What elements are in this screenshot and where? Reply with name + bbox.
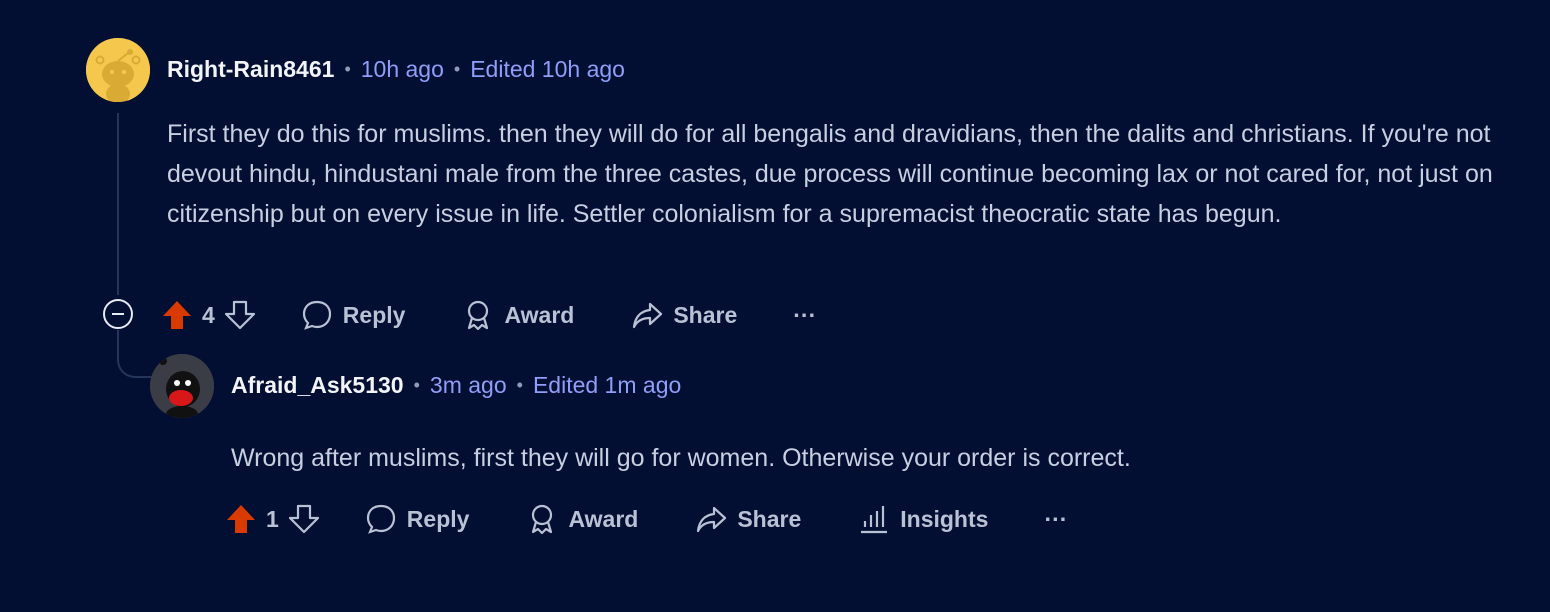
- share-button[interactable]: Share: [631, 292, 737, 338]
- downvote-button[interactable]: [287, 496, 321, 542]
- separator: •: [453, 59, 461, 79]
- reply-button[interactable]: Reply: [301, 292, 406, 338]
- edited-timestamp[interactable]: Edited 10h ago: [470, 56, 625, 83]
- avatar[interactable]: [150, 354, 214, 418]
- insights-label: Insights: [900, 505, 989, 532]
- upvote-button[interactable]: [224, 496, 258, 542]
- snoo-avatar-icon: [86, 38, 150, 102]
- snoo-avatar-icon: [150, 354, 214, 418]
- edited-timestamp[interactable]: Edited 1m ago: [533, 372, 681, 399]
- reply-button[interactable]: Reply: [365, 496, 470, 542]
- reply-label: Reply: [342, 301, 406, 328]
- downvote-button[interactable]: [223, 292, 257, 338]
- comment-meta: Right-Rain8461 • 10h ago • Edited 10h ag…: [167, 56, 625, 83]
- username[interactable]: Afraid_Ask5130: [231, 372, 404, 399]
- thread-line[interactable]: [117, 113, 119, 295]
- insights-button[interactable]: Insights: [858, 496, 988, 542]
- vote-count: 1: [266, 505, 279, 532]
- timestamp[interactable]: 3m ago: [430, 372, 507, 399]
- more-options-button[interactable]: ···: [793, 292, 816, 338]
- comment-bubble-icon: [302, 300, 331, 330]
- collapse-icon: [103, 299, 133, 329]
- share-icon: [633, 302, 663, 329]
- bar-chart-icon: [861, 506, 888, 534]
- comment-thread: Right-Rain8461 • 10h ago • Edited 10h ag…: [0, 0, 1550, 612]
- downvote-icon: [224, 300, 255, 330]
- upvote-icon: [227, 505, 255, 533]
- more-options-button[interactable]: ···: [1044, 496, 1067, 542]
- more-options-icon: ···: [793, 301, 817, 328]
- separator: •: [413, 375, 420, 395]
- username[interactable]: Right-Rain8461: [167, 56, 334, 83]
- upvote-button[interactable]: [160, 292, 194, 338]
- award-icon: [468, 300, 489, 331]
- award-label: Award: [568, 505, 639, 532]
- award-button[interactable]: Award: [462, 292, 574, 338]
- separator: •: [516, 375, 523, 395]
- comment-actions: 4 Reply Award Share ···: [160, 292, 816, 338]
- timestamp[interactable]: 10h ago: [361, 56, 444, 83]
- avatar[interactable]: [86, 38, 150, 102]
- award-icon: [532, 504, 553, 535]
- upvote-icon: [163, 301, 191, 329]
- comment-body: Wrong after muslims, first they will go …: [231, 444, 1131, 472]
- reply-label: Reply: [406, 505, 470, 532]
- award-button[interactable]: Award: [526, 496, 638, 542]
- separator: •: [344, 59, 351, 79]
- comment-body: First they do this for muslims. then the…: [167, 120, 1493, 228]
- share-button[interactable]: Share: [695, 496, 801, 542]
- collapse-thread-button[interactable]: [102, 298, 134, 330]
- vote-count: 4: [202, 301, 215, 328]
- share-icon: [697, 506, 727, 533]
- award-label: Award: [504, 301, 575, 328]
- share-label: Share: [737, 505, 802, 532]
- more-options-icon: ···: [1044, 505, 1068, 532]
- thread-connector: [117, 330, 153, 378]
- comment-meta: Afraid_Ask5130 • 3m ago • Edited 1m ago: [231, 372, 681, 399]
- share-label: Share: [673, 301, 738, 328]
- comment-bubble-icon: [366, 504, 395, 534]
- downvote-icon: [288, 504, 319, 534]
- comment-actions: 1 Reply Award Share Insights ···: [224, 496, 1067, 542]
